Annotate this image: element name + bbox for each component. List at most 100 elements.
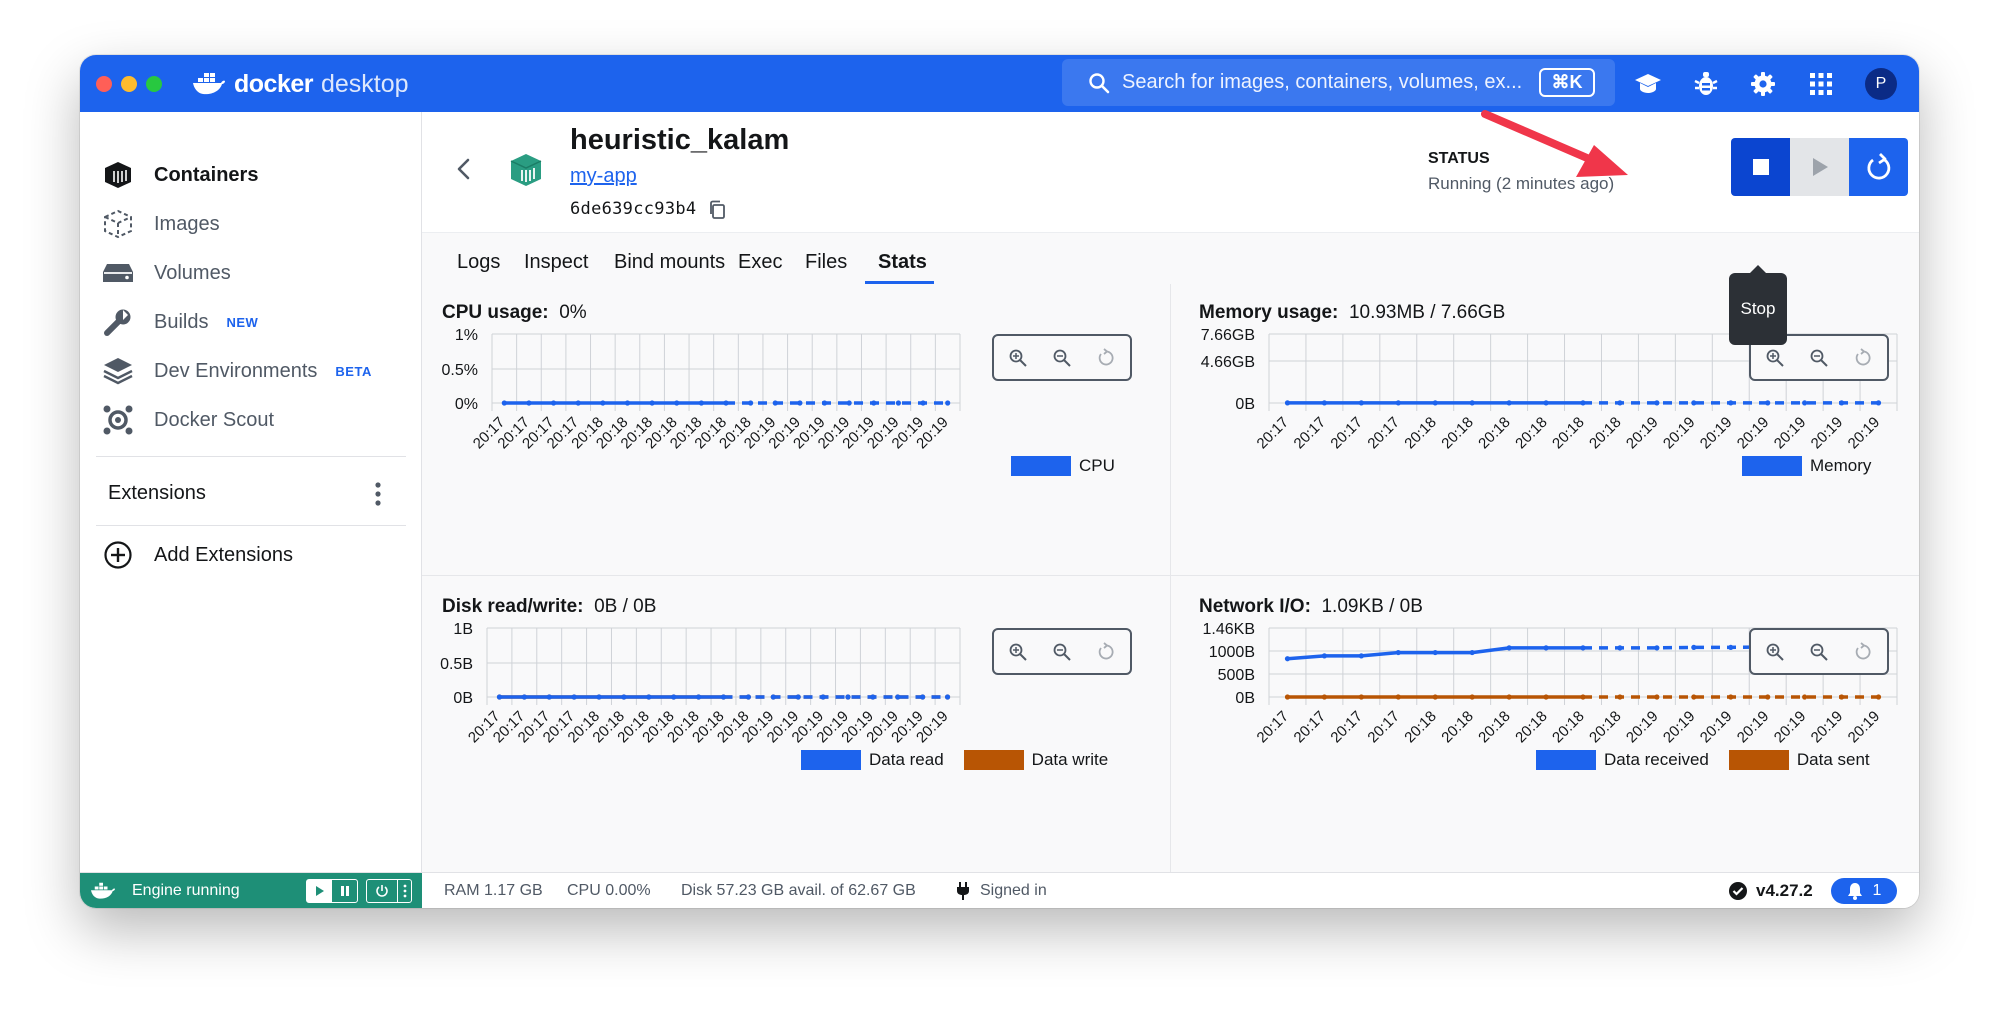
sidebar-item-label: Images [154,212,220,235]
add-extensions-button[interactable]: Add Extensions [102,535,293,575]
data-point [1838,694,1845,700]
zoom-out-button[interactable] [1805,638,1833,666]
zoom-out-button[interactable] [1048,344,1076,372]
data-point [871,400,877,406]
sidebar-item-containers[interactable]: Containers [102,155,258,195]
reset-zoom-button[interactable] [1849,638,1877,666]
copy-id-button[interactable] [708,200,728,220]
minimize-window-button[interactable] [121,76,137,92]
data-point [920,694,926,700]
x-tick-label: 20:17 [1291,708,1330,747]
x-tick-label: 20:19 [1734,708,1773,747]
sidebar-item-docker-scout[interactable]: Docker Scout [102,400,274,440]
search-icon [1089,72,1110,93]
y-tick-label: 1.46KB [1203,621,1255,638]
container-id: 6de639cc93b4 [570,199,697,219]
engine-power-menu[interactable] [366,879,412,903]
x-tick-label: 20:19 [1771,708,1810,747]
data-point [1321,400,1328,406]
extensions-grid-button[interactable] [1806,69,1836,99]
stop-button[interactable] [1731,138,1790,196]
y-tick-label: 0.5% [442,362,478,379]
image-link[interactable]: my-app [570,165,637,188]
x-tick-label: 20:19 [1808,414,1847,453]
data-point [624,400,631,406]
data-point [795,694,801,700]
reset-zoom-button[interactable] [1849,344,1877,372]
close-window-button[interactable] [96,76,112,92]
tab-logs[interactable]: Logs [457,251,500,274]
cpu-usage-chart: 1%0.5%0%20:1720:1720:1720:1720:1820:1820… [442,327,961,452]
extensions-menu-button[interactable] [370,480,386,508]
tab-bind-mounts[interactable]: Bind mounts [614,251,725,274]
engine-play-pause-control[interactable] [306,879,358,903]
notifications-button[interactable]: 1 [1831,878,1897,904]
sidebar-divider [96,525,406,526]
data-point [1506,400,1512,406]
legend-label-cpu: CPU [1079,456,1115,475]
data-point [649,400,655,406]
account-avatar[interactable]: P [1865,68,1897,100]
data-point [1765,694,1771,700]
global-search-input[interactable]: Search for images, containers, volumes, … [1062,59,1615,106]
builds-icon [102,306,134,338]
data-point [846,400,852,406]
tab-exec[interactable]: Exec [738,251,782,274]
learning-center-button[interactable] [1633,69,1663,99]
sidebar-item-volumes[interactable]: Volumes [102,253,231,293]
search-shortcut-badge: ⌘K [1539,68,1595,97]
back-button[interactable] [450,155,478,183]
zoom-in-icon [1766,643,1784,661]
reset-zoom-button[interactable] [1092,344,1120,372]
restart-button[interactable] [1849,138,1908,196]
data-point [1395,400,1401,406]
zoom-in-button[interactable] [1004,638,1032,666]
data-point [1617,645,1623,651]
play-icon [1812,158,1828,176]
tab-inspect[interactable]: Inspect [524,251,588,274]
sidebar-item-builds[interactable]: Builds NEW [102,302,258,342]
tab-stats[interactable]: Stats [878,251,927,274]
zoom-window-button[interactable] [146,76,162,92]
y-tick-label: 0B [453,690,473,707]
troubleshoot-button[interactable] [1691,69,1721,99]
x-tick-label: 20:18 [1475,708,1514,747]
data-point [1543,645,1549,651]
sidebar-item-dev-environments[interactable]: Dev Environments BETA [102,351,372,391]
disk-rw-value: 0B / 0B [594,596,657,617]
data-point [1284,656,1291,662]
sidebar-item-label: Dev Environments [154,359,318,382]
volumes-icon [102,257,134,289]
plug-icon [956,882,970,905]
zoom-in-button[interactable] [1761,638,1789,666]
y-tick-label: 0B [1235,396,1255,413]
zoom-in-button[interactable] [1761,344,1789,372]
start-button[interactable] [1790,138,1849,196]
legend-swatch-data-write [963,750,1024,770]
status-value: Running (2 minutes ago) [1428,174,1615,193]
pause-icon [332,880,357,902]
data-point [1580,694,1586,700]
network-io-label: Network I/O: [1199,596,1311,617]
data-point [1432,649,1438,656]
y-tick-label: 500B [1218,667,1255,684]
zoom-out-button[interactable] [1048,638,1076,666]
tab-files[interactable]: Files [805,251,847,274]
version-indicator[interactable]: v4.27.2 [1728,881,1813,901]
sidebar-item-images[interactable]: Images [102,204,220,244]
x-tick-label: 20:19 [1660,708,1699,747]
extensions-label: Extensions [108,481,206,504]
stats-panel: CPU usage: 0% Memory usage: 10.93MB / 7.… [422,284,1919,872]
reset-zoom-button[interactable] [1092,638,1120,666]
power-icon [367,880,397,902]
ram-usage: RAM 1.17 GB [444,882,543,899]
x-tick-label: 20:19 [1623,414,1662,453]
beta-badge: BETA [335,363,372,379]
settings-button[interactable] [1748,69,1778,99]
zoom-out-button[interactable] [1805,344,1833,372]
data-point [920,400,926,406]
docker-desktop-logo: docker desktop [192,68,409,100]
zoom-out-icon [1810,643,1828,661]
zoom-in-button[interactable] [1004,344,1032,372]
restart-icon [1867,153,1890,180]
